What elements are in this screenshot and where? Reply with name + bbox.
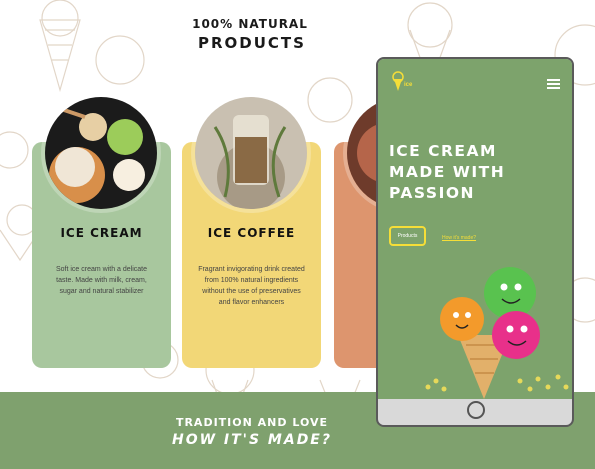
ice-cream-photo	[45, 97, 157, 209]
product-card-ice-coffee[interactable]: ICE COFFEE Fragrant invigorating drink c…	[182, 97, 321, 368]
card-description: Fragrant invigorating drink created from…	[198, 266, 305, 306]
products-button[interactable]: Products	[389, 226, 426, 246]
iced-coffee-photo	[195, 97, 307, 209]
logo-text: ice	[404, 82, 413, 88]
product-card-ice-cream[interactable]: ICE CREAM Soft ice cream with a delicate…	[32, 97, 171, 368]
logo[interactable]: ice	[390, 69, 416, 98]
hero-title: ICE CREAM MADE WITH PASSION	[389, 141, 569, 204]
hero-title-line-3: PASSION	[389, 184, 475, 202]
card-description: Soft ice cream with a delicate taste. Ma…	[55, 266, 148, 295]
tablet-mockup: ice ICE CREAM MADE WITH PASSION Products…	[376, 57, 574, 427]
device-home-button[interactable]	[467, 401, 485, 419]
products-kicker: 100% NATURAL	[192, 17, 308, 31]
menu-icon[interactable]	[547, 79, 560, 89]
products-headline: PRODUCTS	[198, 34, 306, 52]
band-headline: HOW IT'S MADE?	[171, 432, 332, 448]
hero-title-line-1: ICE CREAM	[389, 142, 497, 160]
hero-title-line-2: MADE WITH	[389, 163, 506, 181]
device-screen: ice ICE CREAM MADE WITH PASSION Products…	[378, 59, 572, 399]
how-its-made-link[interactable]: How it's made?	[442, 235, 476, 241]
card-title: ICE CREAM	[60, 226, 143, 240]
ice-cream-cone-illustration	[425, 267, 569, 399]
card-title: ICE COFFEE	[207, 226, 296, 240]
